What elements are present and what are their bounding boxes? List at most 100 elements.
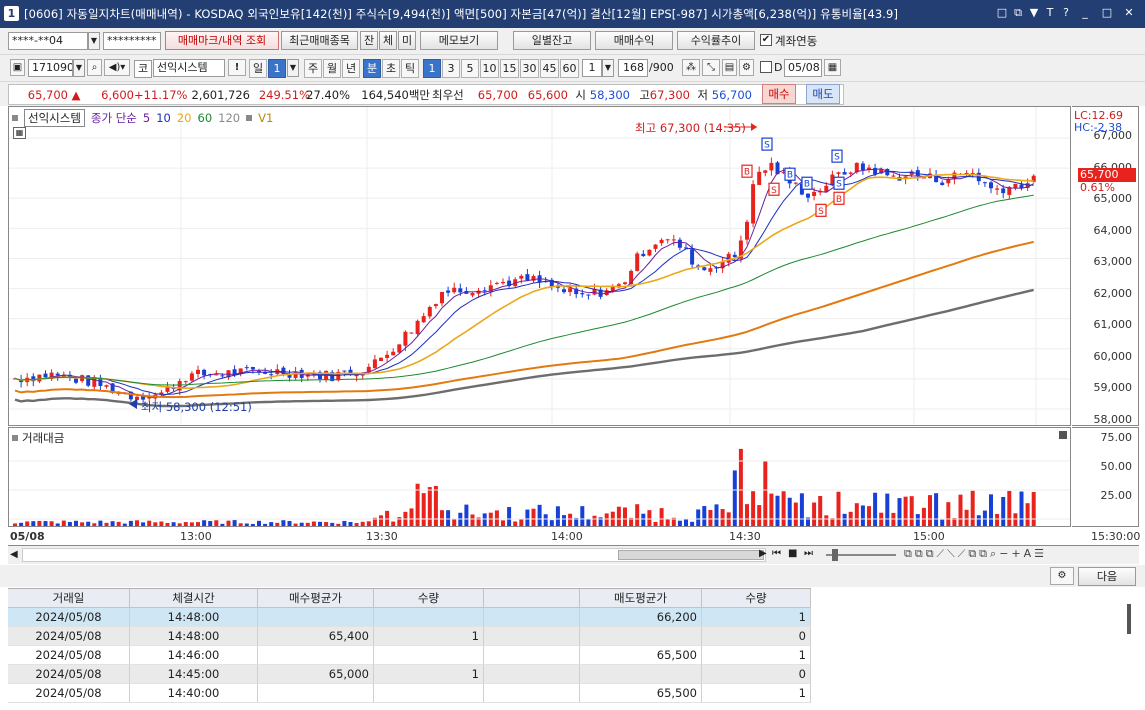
stop-icon[interactable]: ■ <box>788 548 797 559</box>
interval-dropdown-icon[interactable]: ▼ <box>602 59 614 77</box>
period-value[interactable]: 1 <box>268 59 286 78</box>
table-row[interactable]: 2024/05/08 14:45:00 65,000 1 0 <box>8 665 811 684</box>
legend-ma10[interactable]: 10 <box>156 111 171 125</box>
period-month[interactable]: 월 <box>323 59 341 78</box>
sell-marker-icon[interactable]: S <box>761 137 773 151</box>
header-blank[interactable] <box>484 589 580 608</box>
minute-60[interactable]: 60 <box>560 59 579 78</box>
buy-marker-icon[interactable]: S <box>768 182 780 196</box>
pin-icon[interactable]: ▼ <box>1027 5 1041 21</box>
table-row[interactable]: 2024/05/08 14:46:00 65,500 1 <box>8 646 811 665</box>
chart-tools-icons[interactable]: ⧉⧉⧉⟋⟍⟋⧉⧉⌕−+A☰ <box>904 547 1047 561</box>
date-checkbox[interactable] <box>760 61 772 73</box>
trade-amount-chart[interactable]: 거래대금 <box>8 427 1071 527</box>
buy-button[interactable]: 매수 <box>762 84 796 104</box>
minute-15[interactable]: 15 <box>500 59 519 78</box>
indicator-settings-icon[interactable]: ⁂ <box>682 59 700 76</box>
table-row[interactable]: 2024/05/08 14:40:00 65,500 1 <box>8 684 811 703</box>
font-size-icon[interactable]: T <box>1043 5 1057 21</box>
code-dropdown-icon[interactable]: ▼ <box>73 59 85 77</box>
scroll-right-icon[interactable]: ▶ <box>759 548 767 559</box>
sell-marker-icon[interactable]: S <box>831 149 843 163</box>
header-trade-date[interactable]: 거래일 <box>8 589 130 608</box>
executed-button[interactable]: 체 <box>379 31 397 50</box>
legend-ma60[interactable]: 60 <box>198 111 213 125</box>
price-axis[interactable]: LC:12.69 HC:-2.38 67,000 66,000 65,000 64,0… <box>1072 106 1139 426</box>
time-axis[interactable]: 05/08 13:00 13:30 14:00 14:30 15:00 15:30:00 <box>8 528 1140 546</box>
header-sell-qty[interactable]: 수량 <box>702 589 811 608</box>
restore-layout-icon[interactable]: □ <box>995 5 1009 21</box>
sound-icon[interactable]: ◀)▾ <box>104 59 130 76</box>
zoom-slider[interactable] <box>826 549 896 561</box>
memo-view-button[interactable]: 메모보기 <box>420 31 498 50</box>
unfilled-button[interactable]: 미 <box>398 31 416 50</box>
password-input[interactable]: ********* <box>103 32 161 50</box>
trade-amount-axis[interactable]: 75.00 50.00 25.00 <box>1072 427 1139 527</box>
legend-ma120[interactable]: 120 <box>218 111 240 125</box>
minute-30[interactable]: 30 <box>520 59 539 78</box>
table-row[interactable]: 2024/05/08 14:48:00 66,200 1 <box>8 608 811 627</box>
buy-marker-icon[interactable]: B <box>741 164 753 178</box>
period-type-day[interactable]: 일 <box>249 59 267 78</box>
code-search-icon[interactable]: ▣ <box>10 59 25 76</box>
sell-button[interactable]: 매도 <box>806 84 840 104</box>
buy-marker-icon[interactable]: S <box>815 203 827 217</box>
jump-end-icon[interactable]: ⏭ <box>804 548 813 559</box>
trade-profit-button[interactable]: 매매수익 <box>595 31 673 50</box>
grid-settings-gear-icon[interactable]: ⚙ <box>1050 567 1074 585</box>
period-year[interactable]: 년 <box>342 59 360 78</box>
close-button[interactable]: ✕ <box>1119 5 1139 21</box>
table-row[interactable]: 2024/05/08 14:48:00 65,400 1 0 <box>8 627 811 646</box>
price-chart[interactable]: BSSBSBSBS 선익시스템 종가 단순 5 10 20 60 120 V1 … <box>8 106 1071 426</box>
account-dropdown-icon[interactable]: ▼ <box>88 32 100 50</box>
recent-trades-button[interactable]: 최근매매종목 <box>281 31 358 50</box>
bar-count-input[interactable]: 168 <box>618 59 648 77</box>
alert-icon[interactable]: ! <box>228 59 246 76</box>
table-scroll-thumb[interactable] <box>1127 604 1131 634</box>
next-page-button[interactable]: 다음 <box>1078 567 1136 586</box>
drawing-tool-icon[interactable]: ⤡ <box>702 59 720 76</box>
stock-name-field[interactable]: 선익시스템 <box>153 59 225 77</box>
maximize-button[interactable]: □ <box>1097 5 1117 21</box>
profit-trend-button[interactable]: 수익률추이 <box>677 31 755 50</box>
save-icon[interactable]: ▤ <box>722 59 737 76</box>
minimize-button[interactable]: _ <box>1075 5 1095 21</box>
minute-3[interactable]: 3 <box>442 59 460 78</box>
buy-marker-icon[interactable]: B <box>833 191 845 205</box>
copy-window-icon[interactable]: ⧉ <box>1011 5 1025 21</box>
calendar-icon[interactable]: ▦ <box>824 59 841 76</box>
period-dropdown-icon[interactable]: ▼ <box>287 59 299 77</box>
sell-marker-icon[interactable]: B <box>784 167 796 181</box>
minute-1[interactable]: 1 <box>423 59 441 78</box>
legend-ma20[interactable]: 20 <box>177 111 192 125</box>
legend-stock-name[interactable]: 선익시스템 <box>24 109 85 127</box>
daily-balance-button[interactable]: 일별잔고 <box>513 31 591 50</box>
sell-marker-icon[interactable]: B <box>801 176 813 190</box>
scroll-thumb[interactable] <box>618 550 764 560</box>
scroll-left-icon[interactable]: ◀ <box>10 549 18 560</box>
jump-start-icon[interactable]: ⏮ <box>772 548 781 559</box>
header-buy-avg[interactable]: 매수평균가 <box>258 589 374 608</box>
account-link-checkbox[interactable]: ✔ <box>760 34 772 46</box>
account-input[interactable]: ****-**04 <box>8 32 88 50</box>
trade-mark-query-button[interactable]: 매매마크/내역 조회 <box>165 31 279 50</box>
chart-scrollbar[interactable]: ◀ ▶ ⏮ ■ ⏭ ⧉⧉⧉⟋⟍⟋⧉⧉⌕−+A☰ <box>8 546 1139 564</box>
minute-10[interactable]: 10 <box>480 59 499 78</box>
period-tick[interactable]: 틱 <box>401 59 419 78</box>
minute-5[interactable]: 5 <box>461 59 479 78</box>
candlestick-plot[interactable]: BSSBSBSBS <box>9 107 1070 425</box>
grid-toggle-icon[interactable]: ▦ <box>13 127 26 139</box>
sell-marker-icon[interactable]: S <box>833 176 845 190</box>
legend-ma-type[interactable]: 종가 단순 <box>91 110 137 126</box>
minute-45[interactable]: 45 <box>540 59 559 78</box>
stock-code-input[interactable]: 171090 <box>28 59 73 77</box>
period-minute[interactable]: 분 <box>363 59 381 78</box>
table-scrollbar[interactable] <box>1124 588 1134 703</box>
date-input[interactable]: 05/08 <box>784 59 822 77</box>
volume-panel-title[interactable]: 거래대금 <box>22 430 64 446</box>
balance-button[interactable]: 잔 <box>360 31 378 50</box>
zoom-slider-handle[interactable] <box>832 549 838 561</box>
legend-ma5[interactable]: 5 <box>143 111 150 125</box>
legend-v1[interactable]: V1 <box>258 111 273 125</box>
header-buy-qty[interactable]: 수량 <box>374 589 484 608</box>
